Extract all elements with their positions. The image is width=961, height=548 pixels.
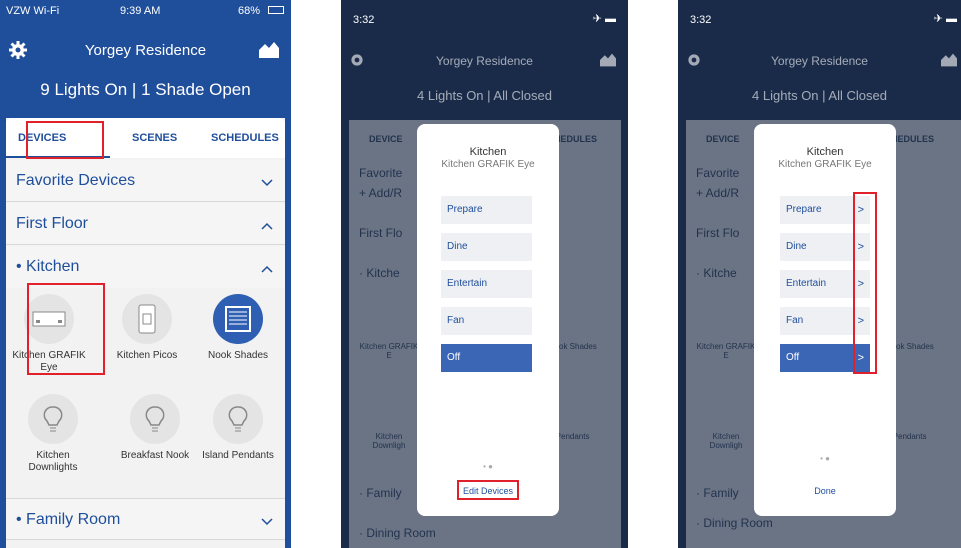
device-kitchen-downlights[interactable]: Kitchen Downlights	[13, 394, 93, 474]
chevron-up-icon	[261, 260, 273, 278]
home-summary: 4 Lights On | All Closed	[752, 88, 887, 103]
highlight-box-grafik-eye	[27, 283, 105, 375]
section-first-floor[interactable]: First Floor	[6, 203, 285, 245]
bg-device-label: ok Shades	[559, 342, 597, 351]
scene-entertain[interactable]: Entertain	[441, 270, 532, 298]
highlight-box-scene-arrows	[853, 192, 877, 374]
clock: 9:39 AM	[120, 5, 161, 17]
section-label: First Floor	[16, 215, 88, 232]
bg-device-label: d Pendants	[549, 432, 590, 441]
battery-percent: 68%	[238, 5, 261, 17]
app-bar: Yorgey Residence	[0, 36, 291, 64]
bulb-icon	[130, 394, 180, 444]
done-button[interactable]: Done	[754, 486, 896, 496]
residence-title: Yorgey Residence	[771, 54, 868, 68]
bg-device-label: Kitchen GRAFIK E	[696, 342, 756, 360]
bg-device-label: Kitchen Downligh	[372, 432, 406, 450]
house-icon[interactable]	[257, 40, 281, 65]
device-island-pendants[interactable]: Island Pendants	[198, 394, 278, 462]
house-icon[interactable]	[939, 52, 959, 73]
chevron-up-icon	[261, 217, 273, 235]
scene-label: Prepare	[786, 204, 822, 215]
scene-modal-screen-done: 3:32 ✈ ▬ Yorgey Residence 4 Lights On | …	[678, 0, 961, 548]
shade-icon	[213, 294, 263, 344]
residence-title: Yorgey Residence	[84, 42, 207, 59]
tab-schedules[interactable]: HEDULES	[891, 134, 961, 144]
residence-title: Yorgey Residence	[436, 54, 533, 68]
section-favorite-devices[interactable]: Favorite Devices	[6, 160, 285, 202]
devices-panel: DEVICES SCENES SCHEDULES Favorite Device…	[6, 118, 285, 548]
devices-screen: VZW Wi-Fi 9:39 AM 68% Yorgey Residence 9…	[0, 0, 291, 548]
scene-fan[interactable]: Fan	[441, 307, 532, 335]
scene-label: Dine	[786, 241, 807, 252]
scene-prepare[interactable]: Prepare	[441, 196, 532, 224]
page-indicator: • ●	[820, 454, 830, 463]
scene-modal: Kitchen Kitchen GRAFIK Eye Prepare Dine …	[417, 124, 559, 516]
carrier-label: VZW Wi-Fi	[6, 5, 60, 17]
modal-title: Kitchen	[806, 146, 844, 158]
scene-label: Off	[786, 352, 800, 363]
scene-label: Entertain	[786, 278, 827, 289]
app-bar: Yorgey Residence	[341, 48, 628, 76]
chevron-down-icon	[261, 513, 273, 531]
bg-device-label: Kitchen GRAFIK E	[359, 342, 419, 360]
device-label: Nook Shades	[207, 350, 269, 361]
app-bar: Yorgey Residence	[678, 48, 961, 76]
bulb-icon	[28, 394, 78, 444]
highlight-box-devices-tab	[26, 121, 104, 159]
modal-title: Kitchen	[469, 146, 507, 158]
clock: 3:32	[690, 14, 712, 26]
section-label: • Kitchen	[16, 258, 80, 275]
page-indicator: • ●	[483, 462, 493, 471]
house-icon[interactable]	[598, 52, 618, 73]
scene-modal: Kitchen Kitchen GRAFIK Eye Prepare > Dine…	[754, 124, 896, 516]
highlight-box-edit-devices	[457, 480, 519, 500]
device-breakfast-nook[interactable]: Breakfast Nook	[115, 394, 195, 462]
tab-schedules[interactable]: HEDULES	[554, 134, 621, 144]
battery-icon	[268, 6, 284, 14]
device-kitchen-picos[interactable]: Kitchen Picos	[107, 294, 187, 362]
section-family-room[interactable]: • Family Room	[6, 498, 285, 540]
device-label: Island Pendants	[202, 450, 274, 461]
scene-modal-screen-edit: 3:32 ✈ ▬ Yorgey Residence 4 Lights On | …	[341, 0, 628, 548]
airplane-wifi-battery-icon: ✈ ▬	[933, 13, 957, 25]
bulb-icon	[213, 394, 263, 444]
airplane-wifi-battery-icon: ✈ ▬	[592, 13, 616, 25]
bg-device-label: d Pendants	[886, 432, 927, 441]
bg-row: · Dining Room	[696, 516, 773, 530]
bg-row: · Dining Room	[359, 526, 436, 540]
home-summary: 9 Lights On | 1 Shade Open	[40, 80, 251, 99]
scene-dine[interactable]: Dine	[441, 233, 532, 261]
chevron-down-icon	[261, 174, 273, 192]
status-bar: VZW Wi-Fi 9:39 AM 68%	[0, 0, 291, 22]
modal-subtitle: Kitchen GRAFIK Eye	[441, 159, 535, 170]
section-label: • Family Room	[16, 511, 121, 528]
device-nook-shades[interactable]: Nook Shades	[198, 294, 278, 362]
tab-scenes[interactable]: SCENES	[132, 132, 177, 144]
status-bar: 3:32 ✈ ▬	[341, 0, 628, 26]
section-kitchen[interactable]: • Kitchen	[6, 246, 285, 288]
device-label: Kitchen Downlights	[28, 450, 78, 473]
status-bar: 3:32 ✈ ▬	[678, 0, 961, 26]
bg-device-label: ok Shades	[896, 342, 934, 351]
scene-label: Fan	[786, 315, 804, 326]
modal-subtitle: Kitchen GRAFIK Eye	[778, 159, 872, 170]
scene-off[interactable]: Off	[441, 344, 532, 372]
pico-remote-icon	[122, 294, 172, 344]
tab-schedules[interactable]: SCHEDULES	[211, 132, 279, 144]
bg-device-label: Kitchen Downligh	[709, 432, 743, 450]
clock: 3:32	[353, 14, 375, 26]
device-label: Kitchen Picos	[116, 350, 178, 361]
device-label: Breakfast Nook	[120, 450, 190, 461]
home-summary: 4 Lights On | All Closed	[417, 88, 552, 103]
section-label: Favorite Devices	[16, 172, 136, 189]
